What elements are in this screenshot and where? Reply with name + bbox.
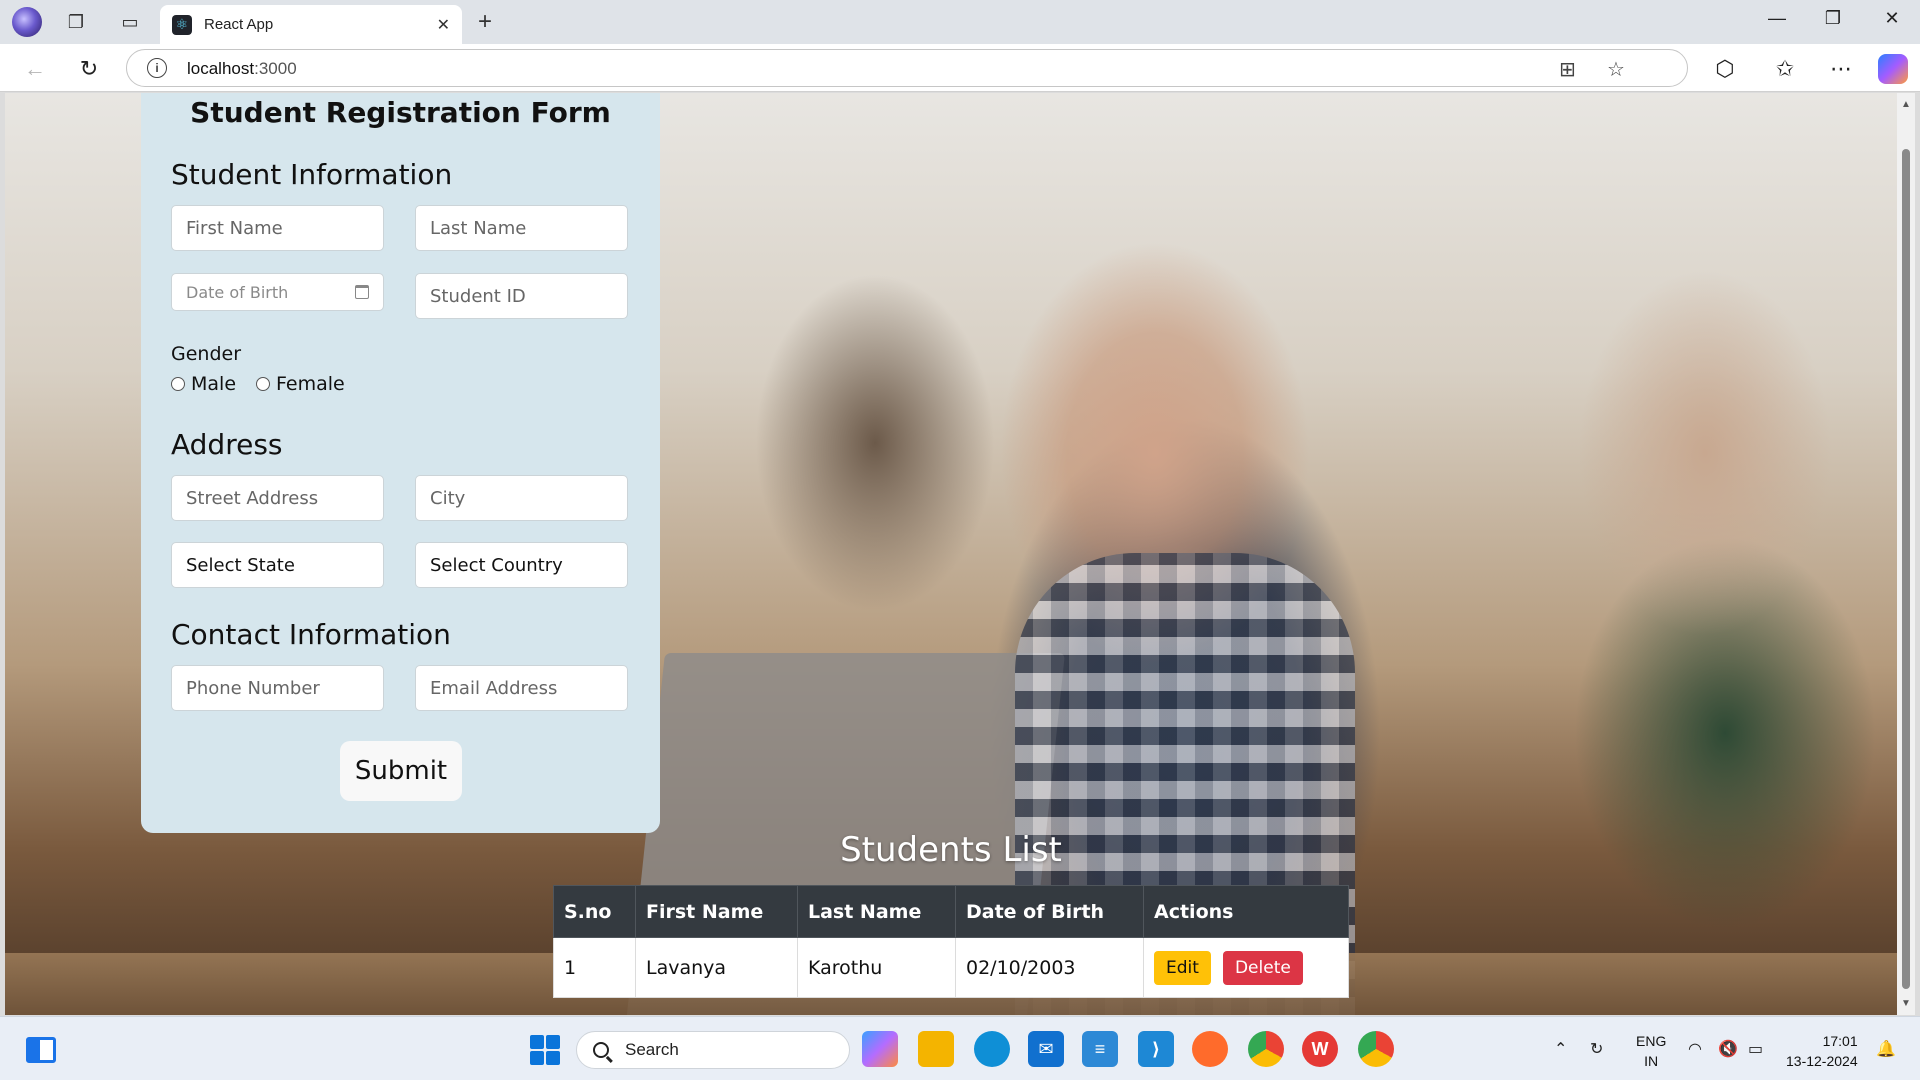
column-header-last-name: Last Name [797, 885, 956, 938]
language-region: IN [1644, 1053, 1659, 1069]
refresh-icon[interactable]: ↻ [74, 54, 104, 84]
window-close-icon[interactable]: ✕ [1872, 8, 1912, 29]
calendar-icon[interactable] [355, 285, 369, 299]
notification-bell-icon[interactable]: 🔔 [1876, 1039, 1896, 1059]
table-row: 1 Lavanya Karothu 02/10/2003 Edit Delete [553, 937, 1349, 998]
gender-female-option[interactable]: Female [256, 373, 345, 395]
gender-radio-group: Male Female [171, 373, 365, 395]
gender-label: Gender [171, 343, 242, 365]
system-clock[interactable]: 17:01 13-12-2024 [1786, 1031, 1858, 1071]
state-select[interactable]: Select State [171, 542, 384, 588]
sync-icon[interactable]: ↻ [1590, 1039, 1603, 1059]
table-header-row: S.no First Name Last Name Date of Birth … [553, 885, 1349, 938]
language-code: ENG [1636, 1033, 1667, 1049]
url-input[interactable]: i localhost:3000 ⊞ ☆ [126, 49, 1688, 87]
search-icon [593, 1042, 609, 1058]
scroll-down-icon[interactable]: ▼ [1901, 998, 1911, 1009]
student-info-heading: Student Information [171, 158, 453, 191]
scroll-up-icon[interactable]: ▲ [1901, 99, 1911, 110]
cell-sno: 1 [553, 937, 636, 998]
tab-actions-icon[interactable]: ▭ [116, 8, 144, 36]
wps-office-icon[interactable]: W [1302, 1031, 1338, 1067]
column-header-first-name: First Name [635, 885, 798, 938]
workspaces-icon[interactable]: ❐ [62, 8, 90, 36]
address-heading: Address [171, 428, 283, 461]
cell-first-name: Lavanya [635, 937, 798, 998]
male-label: Male [191, 373, 237, 395]
app-available-icon[interactable]: ⊞ [1559, 57, 1576, 82]
copilot-icon[interactable] [1878, 54, 1908, 84]
female-label: Female [276, 373, 345, 395]
volume-muted-icon[interactable]: 🔇 [1718, 1039, 1738, 1059]
email-address-field[interactable]: Email Address [415, 665, 628, 711]
students-table: S.no First Name Last Name Date of Birth … [553, 885, 1349, 998]
notepad-icon[interactable]: ≡ [1082, 1031, 1118, 1067]
file-explorer-icon[interactable] [918, 1031, 954, 1067]
cell-dob: 02/10/2003 [955, 937, 1144, 998]
column-header-actions: Actions [1143, 885, 1349, 938]
copilot-app-icon[interactable] [862, 1031, 898, 1067]
country-select[interactable]: Select Country [415, 542, 628, 588]
language-indicator[interactable]: ENG IN [1636, 1031, 1666, 1071]
tab-close-icon[interactable]: ✕ [437, 15, 450, 35]
chrome-icon[interactable] [1248, 1031, 1284, 1067]
clock-time: 17:01 [1822, 1033, 1858, 1049]
back-arrow-icon[interactable]: ← [20, 54, 50, 84]
gender-male-option[interactable]: Male [171, 373, 236, 395]
scrollbar-thumb[interactable] [1902, 149, 1910, 989]
street-address-field[interactable]: Street Address [171, 475, 384, 521]
phone-number-field[interactable]: Phone Number [171, 665, 384, 711]
column-header-dob: Date of Birth [955, 885, 1144, 938]
wifi-icon[interactable]: ◠ [1688, 1039, 1702, 1059]
url-text: localhost:3000 [187, 59, 297, 78]
tab-react-app[interactable]: ⚛ React App ✕ [160, 5, 462, 44]
address-bar-row: ← ↻ i localhost:3000 ⊞ ☆ ⬡ ✩ ⋯ [0, 44, 1920, 92]
cell-last-name: Karothu [797, 937, 956, 998]
restore-icon[interactable]: ❐ [1813, 8, 1853, 29]
edit-button[interactable]: Edit [1154, 950, 1211, 985]
start-button[interactable] [530, 1035, 560, 1065]
registration-form: Student Registration Form Student Inform… [141, 93, 660, 833]
windows-taskbar: Search ✉ ≡ ⟩ W ⌃ ↻ ENG IN ◠ 🔇 ▭ 17:01 13… [0, 1016, 1920, 1080]
profile-avatar-icon[interactable] [12, 7, 42, 37]
taskbar-search[interactable]: Search [576, 1031, 850, 1069]
date-of-birth-field[interactable]: Date of Birth [171, 273, 384, 311]
student-id-field[interactable]: Student ID [415, 273, 628, 319]
students-list-title: Students List [840, 830, 1062, 870]
male-radio[interactable] [171, 377, 185, 391]
delete-button[interactable]: Delete [1222, 950, 1303, 985]
minimize-icon[interactable]: — [1757, 8, 1797, 29]
taskbar-search-label: Search [625, 1040, 679, 1059]
battery-icon[interactable]: ▭ [1748, 1039, 1763, 1059]
site-info-icon[interactable]: i [147, 58, 167, 78]
edge-browser-icon[interactable] [974, 1031, 1010, 1067]
tray-overflow-icon[interactable]: ⌃ [1554, 1039, 1567, 1059]
browser-tab-bar: ❐ ▭ ⚛ React App ✕ + — ❐ ✕ [0, 0, 1920, 44]
vscode-icon[interactable]: ⟩ [1138, 1031, 1174, 1067]
date-of-birth-placeholder: Date of Birth [186, 282, 289, 302]
extensions-icon[interactable]: ⬡ [1710, 54, 1740, 84]
column-header-sno: S.no [553, 885, 636, 938]
tab-title: React App [204, 16, 274, 33]
contact-info-heading: Contact Information [171, 618, 451, 651]
firefox-icon[interactable] [1192, 1031, 1228, 1067]
female-radio[interactable] [256, 377, 271, 391]
mail-icon[interactable]: ✉ [1028, 1031, 1064, 1067]
widgets-icon[interactable] [26, 1037, 56, 1063]
submit-button[interactable]: Submit [340, 741, 462, 801]
cell-actions: Edit Delete [1143, 937, 1349, 998]
first-name-field[interactable]: First Name [171, 205, 384, 251]
clock-date: 13-12-2024 [1786, 1053, 1858, 1069]
page-scrollbar[interactable]: ▲ ▼ [1897, 93, 1915, 1015]
favorite-star-icon[interactable]: ☆ [1607, 57, 1625, 82]
city-field[interactable]: City [415, 475, 628, 521]
form-title: Student Registration Form [190, 96, 611, 129]
new-tab-button[interactable]: + [478, 8, 492, 36]
more-menu-icon[interactable]: ⋯ [1826, 54, 1856, 84]
favorites-icon[interactable]: ✩ [1770, 54, 1800, 84]
react-favicon-icon: ⚛ [172, 14, 192, 35]
last-name-field[interactable]: Last Name [415, 205, 628, 251]
chrome-profile-icon[interactable] [1358, 1031, 1394, 1067]
